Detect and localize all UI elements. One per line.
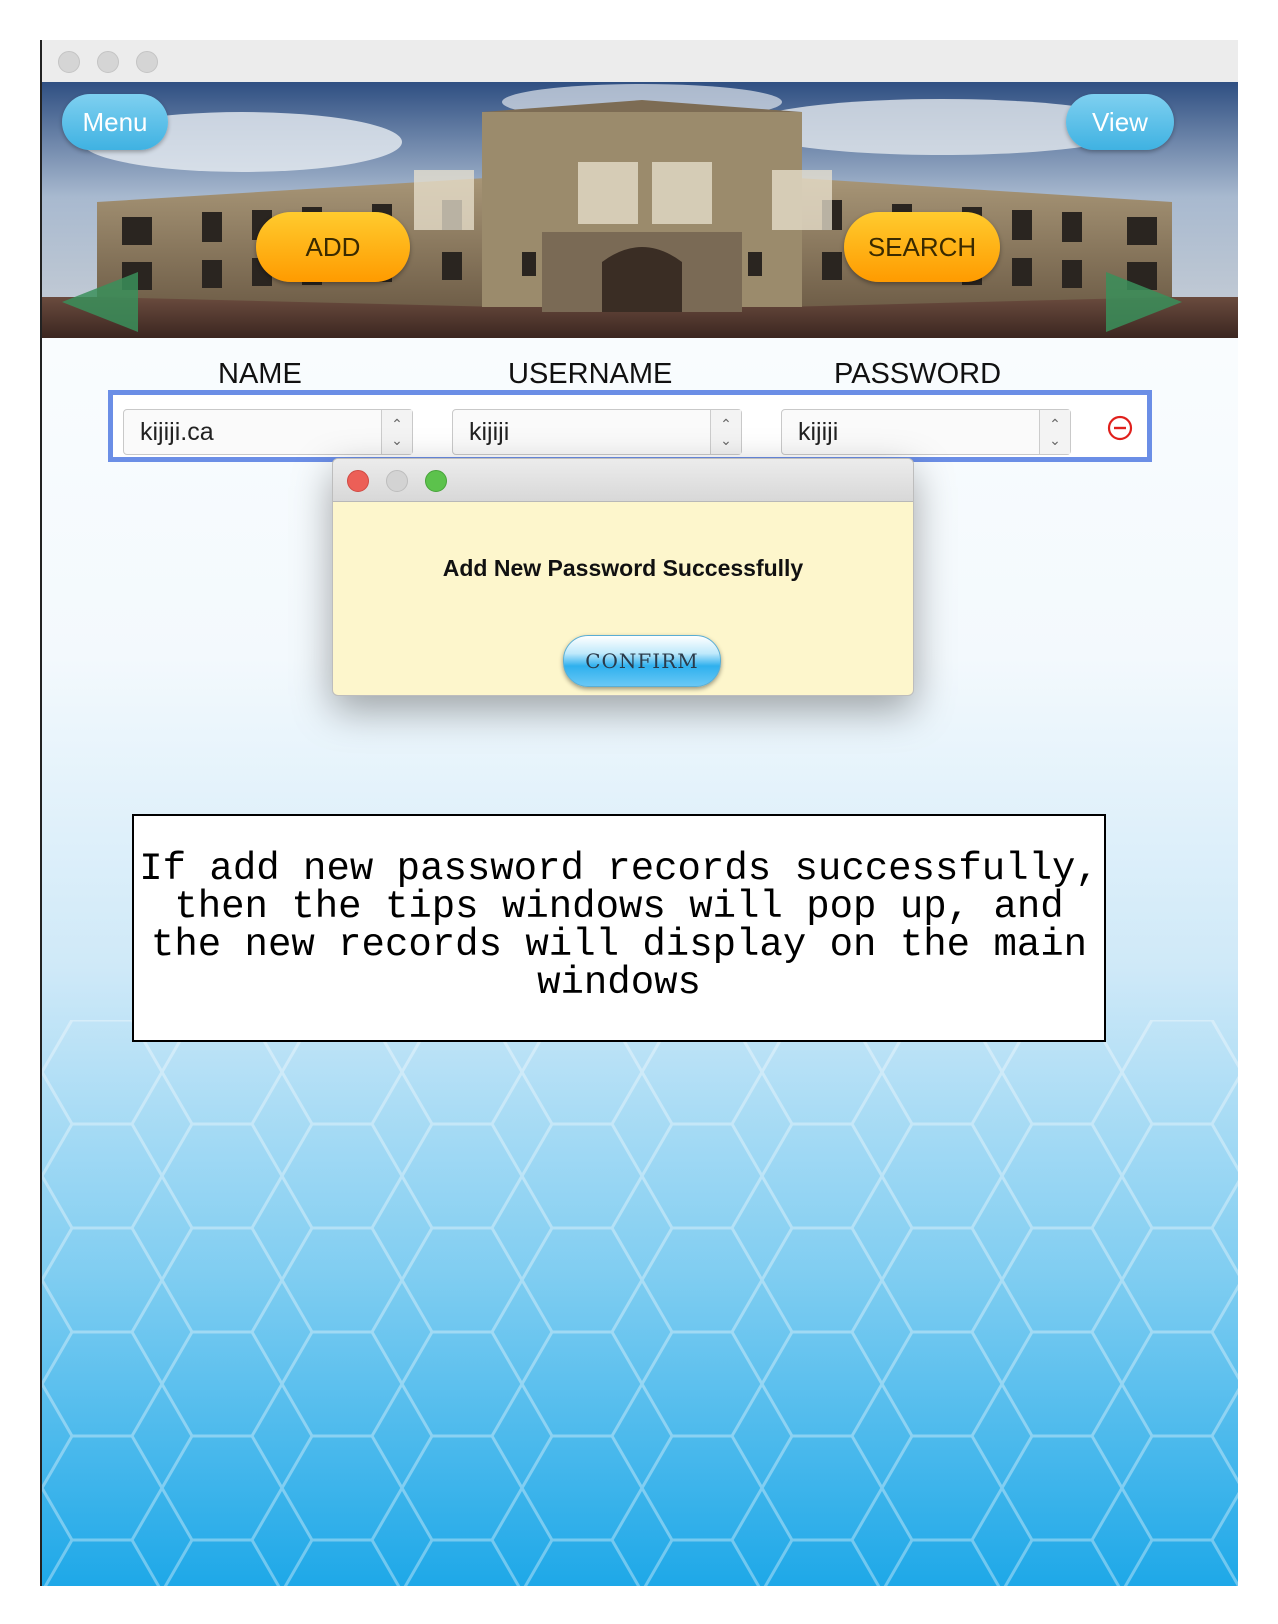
search-button[interactable]: SEARCH [844, 212, 1000, 282]
chevron-down-icon[interactable]: ⌄ [1049, 432, 1061, 448]
username-stepper[interactable]: ⌃ ⌄ [710, 410, 741, 454]
dialog-minimize-button[interactable] [386, 470, 408, 492]
username-field[interactable]: kijiji ⌃ ⌄ [452, 409, 742, 455]
dialog-message: Add New Password Successfully [442, 555, 804, 581]
chevron-up-icon[interactable]: ⌃ [391, 416, 403, 432]
annotation-line: then the tips windows will pop up, and [174, 885, 1064, 929]
name-field[interactable]: kijiji.ca ⌃ ⌄ [123, 409, 413, 455]
menu-button[interactable]: Menu [62, 94, 168, 150]
password-field[interactable]: kijiji ⌃ ⌄ [781, 409, 1071, 455]
confirm-button[interactable]: CONFIRM [563, 635, 721, 687]
record-row: kijiji.ca ⌃ ⌄ kijiji ⌃ ⌄ kijiji ⌃ ⌄ [108, 390, 1152, 462]
chevron-up-icon[interactable]: ⌃ [1049, 416, 1061, 432]
main-window: Menu View ADD SEARCH NAME USERNAME PASSW… [40, 40, 1238, 1586]
building-photo [42, 82, 1238, 338]
chevron-up-icon[interactable]: ⌃ [720, 416, 732, 432]
name-value: kijiji.ca [140, 418, 214, 446]
annotation-box: If add new password records successfully… [132, 814, 1106, 1042]
chevron-down-icon[interactable]: ⌄ [720, 432, 732, 448]
add-button[interactable]: ADD [256, 212, 410, 282]
dialog-zoom-button[interactable] [425, 470, 447, 492]
dialog-title-bar [333, 459, 913, 502]
minus-circle-icon[interactable] [1107, 415, 1133, 441]
title-bar [42, 40, 1238, 83]
minimize-window-button[interactable] [97, 51, 119, 73]
annotation-line: If add new password records successfully… [139, 847, 1099, 891]
column-header-username: USERNAME [508, 358, 673, 390]
annotation-line: the new records will display on the main [150, 923, 1088, 967]
banner-image: Menu View ADD SEARCH [42, 82, 1238, 338]
zoom-window-button[interactable] [136, 51, 158, 73]
password-value: kijiji [798, 418, 839, 446]
name-stepper[interactable]: ⌃ ⌄ [381, 410, 412, 454]
annotation-line: windows [537, 961, 701, 1005]
success-dialog: Add New Password Successfully CONFIRM [332, 458, 914, 696]
username-value: kijiji [469, 418, 510, 446]
column-header-name: NAME [218, 358, 302, 390]
password-stepper[interactable]: ⌃ ⌄ [1039, 410, 1070, 454]
close-window-button[interactable] [58, 51, 80, 73]
chevron-down-icon[interactable]: ⌄ [391, 432, 403, 448]
dialog-close-button[interactable] [347, 470, 369, 492]
view-button[interactable]: View [1066, 94, 1174, 150]
column-header-password: PASSWORD [834, 358, 1002, 390]
hexagon-background [42, 1020, 1238, 1586]
